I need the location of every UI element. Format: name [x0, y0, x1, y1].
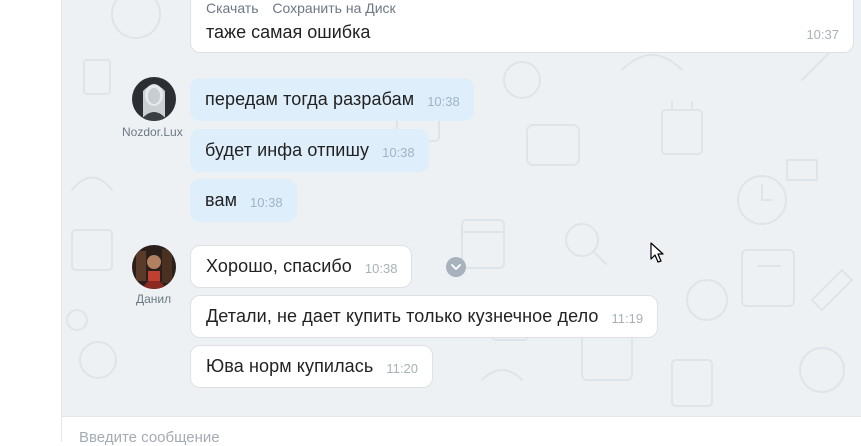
message-time: 11:19 [611, 310, 644, 326]
message-time: 10:38 [427, 93, 460, 109]
message-time: 10:37 [806, 27, 839, 42]
message-text: Детали, не дает купить только кузнечное … [206, 306, 599, 326]
message-time: 10:38 [364, 260, 398, 276]
message-text: Юва норм купилась [206, 356, 374, 376]
message-time: 10:38 [382, 144, 415, 160]
avatar-image [132, 245, 176, 289]
message-bubble[interactable]: передам тогда разрабам 10:38 [190, 78, 474, 121]
sender-name[interactable]: Данил [136, 292, 171, 306]
avatar-nozdor-lux[interactable] [132, 77, 176, 121]
message-bubble[interactable]: вам 10:38 [190, 179, 297, 222]
sender-name[interactable]: Nozdor.Lux [122, 125, 183, 139]
download-link[interactable]: Скачать [206, 0, 259, 16]
message-text: таже самая ошибка [206, 22, 371, 42]
file-actions: Скачать Сохранить на Диск [206, 0, 406, 16]
file-message-bubble[interactable]: Скачать Сохранить на Диск таже самая оши… [190, 0, 854, 53]
left-gutter [0, 0, 62, 442]
chevron-down-icon[interactable] [446, 257, 466, 277]
message-text: вам [205, 190, 238, 210]
message-text: передам тогда разрабам [205, 89, 415, 109]
message-text: будет инфа отпишу [205, 140, 370, 160]
message-time: 11:20 [386, 360, 418, 376]
message-bubble[interactable]: Юва норм купилась 11:20 [190, 345, 433, 388]
message-bubble[interactable]: Хорошо, спасибо 10:38 [190, 245, 413, 288]
message-bubble[interactable]: будет инфа отпишу 10:38 [190, 129, 429, 172]
message-bubble[interactable]: Детали, не дает купить только кузнечное … [190, 295, 659, 338]
avatar-image [132, 77, 176, 121]
save-to-disk-link[interactable]: Сохранить на Диск [272, 0, 395, 16]
chat-background-pattern [66, 0, 853, 407]
mouse-pointer-icon [650, 242, 664, 263]
message-composer [62, 416, 861, 446]
avatar-danil[interactable] [132, 245, 176, 289]
chat-history[interactable]: Скачать Сохранить на Диск таже самая оши… [62, 0, 861, 416]
message-time: 10:38 [250, 194, 283, 210]
message-text: Хорошо, спасибо [206, 256, 352, 276]
message-input[interactable] [79, 429, 779, 446]
